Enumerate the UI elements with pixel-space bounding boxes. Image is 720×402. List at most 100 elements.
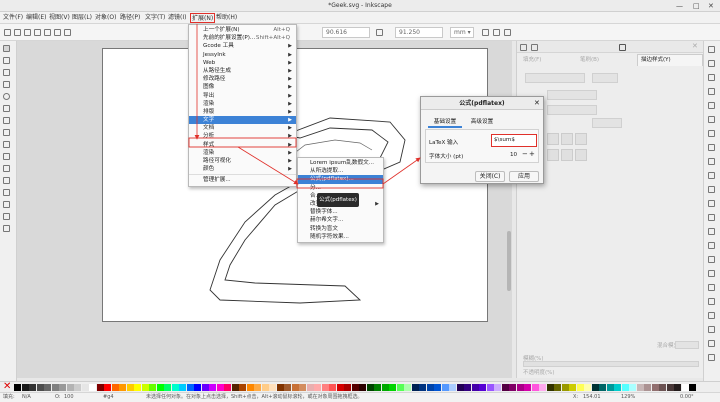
- palette-swatch[interactable]: [314, 384, 321, 391]
- palette-swatch[interactable]: [96, 384, 104, 391]
- palette-swatch[interactable]: [524, 384, 531, 391]
- cut-icon[interactable]: [708, 172, 715, 179]
- blur-slider[interactable]: [523, 361, 699, 367]
- ext-menu-item[interactable]: 样式 ▶: [189, 141, 296, 149]
- palette-swatch[interactable]: [351, 384, 359, 391]
- duplicate-icon[interactable]: [708, 242, 715, 249]
- open-icon[interactable]: [708, 60, 715, 67]
- palette-swatch[interactable]: [89, 384, 96, 391]
- palette-swatch[interactable]: [306, 384, 314, 391]
- text-menu-item[interactable]: 从所选提取...: [298, 167, 383, 175]
- save-icon[interactable]: [708, 74, 715, 81]
- tab-fill[interactable]: 填充(F): [523, 56, 583, 65]
- markers-select[interactable]: [547, 105, 597, 115]
- palette-swatch[interactable]: [291, 384, 299, 391]
- palette-swatch[interactable]: [674, 384, 681, 391]
- palette-swatch[interactable]: [66, 384, 74, 391]
- close-button[interactable]: 关闭(C): [475, 171, 505, 182]
- ext-menu-item[interactable]: 文档 ▶: [189, 124, 296, 132]
- dialog-close-icon[interactable]: ✕: [534, 97, 540, 110]
- palette-swatch[interactable]: [404, 384, 411, 391]
- palette-swatch[interactable]: [156, 384, 164, 391]
- palette-swatch[interactable]: [666, 384, 674, 391]
- fill-stroke-dialog-icon[interactable]: [708, 298, 715, 305]
- palette-swatch[interactable]: [284, 384, 291, 391]
- palette-swatch[interactable]: [561, 384, 569, 391]
- ext-menu-item[interactable]: 先前的扩展设置(P)... Shift+Alt+Q: [189, 34, 296, 42]
- palette-swatch[interactable]: [449, 384, 456, 391]
- palette-swatch[interactable]: [216, 384, 224, 391]
- palette-swatch[interactable]: [224, 384, 231, 391]
- palette-swatch[interactable]: [141, 384, 149, 391]
- palette-swatch[interactable]: [479, 384, 486, 391]
- text-menu-item[interactable]: 赫尔希文字...: [298, 216, 383, 224]
- ext-menu-item[interactable]: 修改路径 ▶: [189, 75, 296, 83]
- stroke-unit-select[interactable]: [592, 73, 618, 83]
- current-layer[interactable]: #g4: [103, 393, 114, 402]
- palette-swatch[interactable]: [554, 384, 561, 391]
- palette-swatch[interactable]: [606, 384, 614, 391]
- increment-icon[interactable]: +: [529, 150, 535, 158]
- palette-swatch[interactable]: [59, 384, 66, 391]
- palette-swatch[interactable]: [254, 384, 261, 391]
- palette-swatch[interactable]: [381, 384, 389, 391]
- tab-stroke-paint[interactable]: 笔刷(B): [580, 56, 638, 65]
- palette-swatch[interactable]: [246, 384, 254, 391]
- palette-swatch[interactable]: [329, 384, 336, 391]
- layers-icon[interactable]: [531, 44, 538, 51]
- align-dialog-icon[interactable]: [708, 354, 715, 361]
- palette-swatch[interactable]: [651, 384, 659, 391]
- palette-swatch[interactable]: [299, 384, 306, 391]
- ext-menu-item[interactable]: JessyInk ▶: [189, 51, 296, 59]
- palette-swatch[interactable]: [239, 384, 246, 391]
- text-menu-item[interactable]: 替换字体...: [298, 208, 383, 216]
- export-icon[interactable]: [708, 116, 715, 123]
- ext-menu-item[interactable]: 渲染 ▶: [189, 149, 296, 157]
- palette-swatch[interactable]: [486, 384, 494, 391]
- print-icon[interactable]: [708, 88, 715, 95]
- redo-icon[interactable]: [708, 144, 715, 151]
- ext-menu-item[interactable]: Gcode 工具 ▶: [189, 42, 296, 50]
- ungroup-icon[interactable]: [708, 284, 715, 291]
- ext-menu-item[interactable]: 渲染 ▶: [189, 100, 296, 108]
- palette-swatch[interactable]: [209, 384, 216, 391]
- palette-swatch[interactable]: [29, 384, 36, 391]
- palette-swatch[interactable]: [366, 384, 374, 391]
- cap-square-icon[interactable]: [575, 149, 587, 161]
- palette-swatch[interactable]: [629, 384, 636, 391]
- palette-swatch[interactable]: [359, 384, 366, 391]
- ext-menu-item[interactable]: 管理扩展...: [189, 176, 296, 184]
- palette-swatch[interactable]: [51, 384, 59, 391]
- palette-swatch[interactable]: [164, 384, 171, 391]
- palette-swatch[interactable]: [614, 384, 621, 391]
- ext-menu-item[interactable]: 路径可视化 ▶: [189, 157, 296, 165]
- palette-swatch[interactable]: [344, 384, 351, 391]
- palette-swatch[interactable]: [321, 384, 329, 391]
- palette-swatch[interactable]: [599, 384, 606, 391]
- palette-swatch[interactable]: [426, 384, 434, 391]
- tab-stroke-style[interactable]: 描边样式(Y): [637, 54, 703, 66]
- ext-menu-item[interactable]: 排版 ▶: [189, 108, 296, 116]
- join-miter-icon[interactable]: [547, 133, 559, 145]
- zoom-value[interactable]: 129%: [621, 393, 635, 402]
- palette-swatch[interactable]: [389, 384, 396, 391]
- palette-swatch[interactable]: [36, 384, 44, 391]
- paste-icon[interactable]: [708, 186, 715, 193]
- palette-swatch[interactable]: [659, 384, 666, 391]
- zoom-drawing-icon[interactable]: [708, 214, 715, 221]
- stroke-width-field[interactable]: [525, 73, 585, 83]
- palette-swatch[interactable]: [539, 384, 546, 391]
- palette-swatch[interactable]: [569, 384, 576, 391]
- palette-swatch[interactable]: [396, 384, 404, 391]
- palette-swatch[interactable]: [134, 384, 141, 391]
- palette-swatch[interactable]: [186, 384, 194, 391]
- palette-swatch[interactable]: [464, 384, 471, 391]
- apply-button[interactable]: 应用: [509, 171, 539, 182]
- fill-stroke-icon[interactable]: [619, 44, 626, 51]
- palette-swatch[interactable]: [171, 384, 179, 391]
- new-doc-icon[interactable]: [708, 46, 715, 53]
- palette-swatch[interactable]: [531, 384, 539, 391]
- dashes-select[interactable]: [547, 90, 597, 100]
- palette-swatch[interactable]: [81, 384, 89, 391]
- palette-swatch[interactable]: [591, 384, 599, 391]
